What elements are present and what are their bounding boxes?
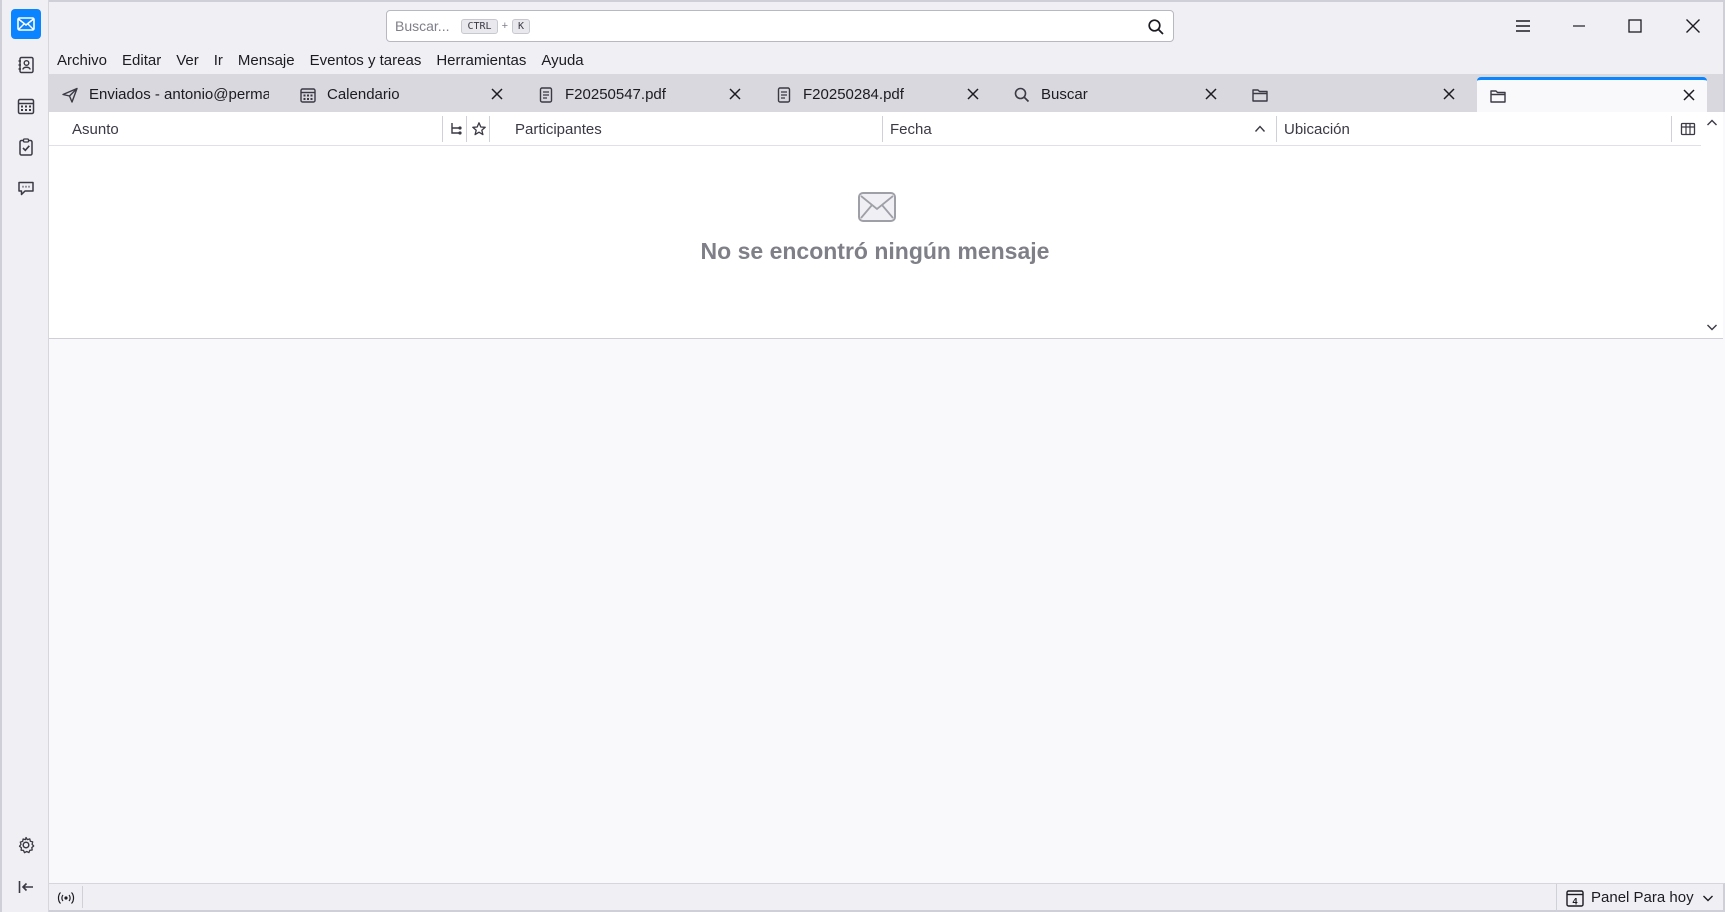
column-picker-button[interactable]	[1678, 112, 1698, 146]
close-icon[interactable]	[1681, 87, 1697, 103]
spaces-toolbar	[0, 0, 49, 912]
chat-icon	[18, 181, 34, 196]
tab-label: F20250284.pdf	[803, 86, 904, 103]
tasks-space-button[interactable]	[11, 132, 41, 162]
minimize-icon	[1573, 25, 1585, 27]
calendar-icon	[17, 98, 35, 115]
column-divider[interactable]	[489, 116, 490, 142]
menu-ver[interactable]: Ver	[176, 52, 199, 69]
global-search-box[interactable]: Buscar... CTRL + K	[386, 10, 1174, 42]
shortcut-plus: +	[501, 20, 508, 32]
maximize-button[interactable]	[1621, 12, 1649, 40]
folder-icon	[1252, 89, 1268, 102]
shortcut-k-key: K	[512, 18, 531, 34]
close-icon[interactable]	[965, 86, 981, 102]
settings-space-button[interactable]	[11, 830, 41, 860]
tab-label: Enviados - antonio@perma	[89, 86, 269, 103]
tab-bar: Enviados - antonio@perma Calendario F202…	[49, 74, 1725, 112]
status-bar: 4 Panel Para hoy	[49, 883, 1725, 912]
column-participants[interactable]: Participantes	[515, 112, 875, 146]
message-pane	[49, 339, 1723, 883]
close-icon[interactable]	[1203, 86, 1219, 102]
hamburger-menu-icon	[1516, 20, 1530, 32]
column-picker-icon	[1680, 122, 1696, 136]
folder-icon	[1490, 90, 1506, 103]
menu-archivo[interactable]: Archivo	[57, 52, 107, 69]
empty-mail-icon	[858, 192, 896, 222]
tab-folder-selected[interactable]	[1477, 77, 1707, 112]
calendar-icon	[300, 88, 316, 103]
app-menu-button[interactable]	[1509, 12, 1537, 40]
column-date[interactable]: Fecha	[890, 112, 1230, 146]
column-divider[interactable]	[1671, 116, 1672, 142]
gear-icon	[18, 836, 35, 854]
status-divider	[82, 886, 83, 908]
column-thread[interactable]	[446, 112, 466, 146]
close-icon	[1686, 19, 1700, 33]
menu-ir[interactable]: Ir	[214, 52, 223, 69]
column-divider[interactable]	[1276, 116, 1277, 142]
scroll-up-arrow-icon[interactable]	[1705, 116, 1719, 130]
column-divider[interactable]	[466, 116, 467, 142]
thread-icon	[451, 123, 462, 135]
tab-buscar[interactable]: Buscar	[1001, 77, 1229, 111]
search-input[interactable]: Buscar...	[395, 18, 449, 34]
search-icon[interactable]	[1147, 18, 1165, 36]
address-book-space-button[interactable]	[11, 50, 41, 80]
mail-space-button[interactable]	[11, 9, 41, 39]
column-divider[interactable]	[442, 116, 443, 142]
empty-state-message: No se encontró ningún mensaje	[700, 238, 1050, 264]
title-bar: Buscar... CTRL + K	[49, 0, 1725, 47]
column-location[interactable]: Ubicación	[1284, 112, 1644, 146]
search-icon	[1014, 87, 1030, 103]
tasks-icon	[19, 138, 33, 156]
tab-label: Buscar	[1041, 86, 1088, 103]
star-icon	[472, 122, 486, 136]
calendar-day-icon: 4	[1566, 889, 1584, 907]
menu-bar: Archivo Editar Ver Ir Mensaje Eventos y …	[49, 47, 1725, 74]
address-book-icon	[18, 56, 34, 74]
chat-space-button[interactable]	[11, 173, 41, 203]
menu-herramientas[interactable]: Herramientas	[436, 52, 526, 69]
column-divider[interactable]	[882, 116, 883, 142]
minimize-button[interactable]	[1565, 12, 1593, 40]
chevron-down-icon	[1702, 895, 1713, 901]
online-status-icon[interactable]	[57, 890, 75, 906]
document-icon	[539, 87, 553, 103]
tab-label: F20250547.pdf	[565, 86, 666, 103]
calendar-space-button[interactable]	[11, 91, 41, 121]
collapse-spaces-button[interactable]	[11, 872, 41, 902]
menu-editar[interactable]: Editar	[122, 52, 161, 69]
tab-f20250547-pdf[interactable]: F20250547.pdf	[525, 77, 753, 111]
thread-pane: Asunto Participantes Fecha Ubicación No …	[49, 112, 1723, 339]
close-icon[interactable]	[489, 86, 505, 102]
tab-f20250284-pdf[interactable]: F20250284.pdf	[763, 77, 991, 111]
tab-calendario[interactable]: Calendario	[287, 77, 515, 111]
scroll-down-arrow-icon[interactable]	[1705, 320, 1719, 334]
send-icon	[62, 87, 78, 103]
tab-label: Calendario	[327, 86, 400, 103]
collapse-left-icon	[18, 881, 33, 893]
tab-folder[interactable]	[1239, 77, 1467, 111]
column-header-row: Asunto Participantes Fecha Ubicación	[49, 112, 1701, 146]
today-pane-label: Panel Para hoy	[1591, 889, 1694, 906]
maximize-icon	[1628, 19, 1642, 33]
close-icon[interactable]	[727, 86, 743, 102]
mail-icon	[17, 17, 35, 31]
column-starred[interactable]	[469, 112, 489, 146]
menu-eventos-y-tareas[interactable]: Eventos y tareas	[310, 52, 422, 69]
menu-mensaje[interactable]: Mensaje	[238, 52, 295, 69]
menu-ayuda[interactable]: Ayuda	[541, 52, 583, 69]
close-icon[interactable]	[1441, 86, 1457, 102]
close-window-button[interactable]	[1679, 12, 1707, 40]
sort-ascending-icon	[1254, 125, 1266, 132]
calendar-day-number: 4	[1572, 896, 1577, 906]
tab-enviados[interactable]: Enviados - antonio@perma	[49, 77, 277, 111]
shortcut-ctrl-key: CTRL	[461, 18, 498, 34]
document-icon	[777, 87, 791, 103]
column-subject[interactable]: Asunto	[72, 112, 432, 146]
today-pane-toggle[interactable]: 4 Panel Para hoy	[1556, 884, 1723, 911]
